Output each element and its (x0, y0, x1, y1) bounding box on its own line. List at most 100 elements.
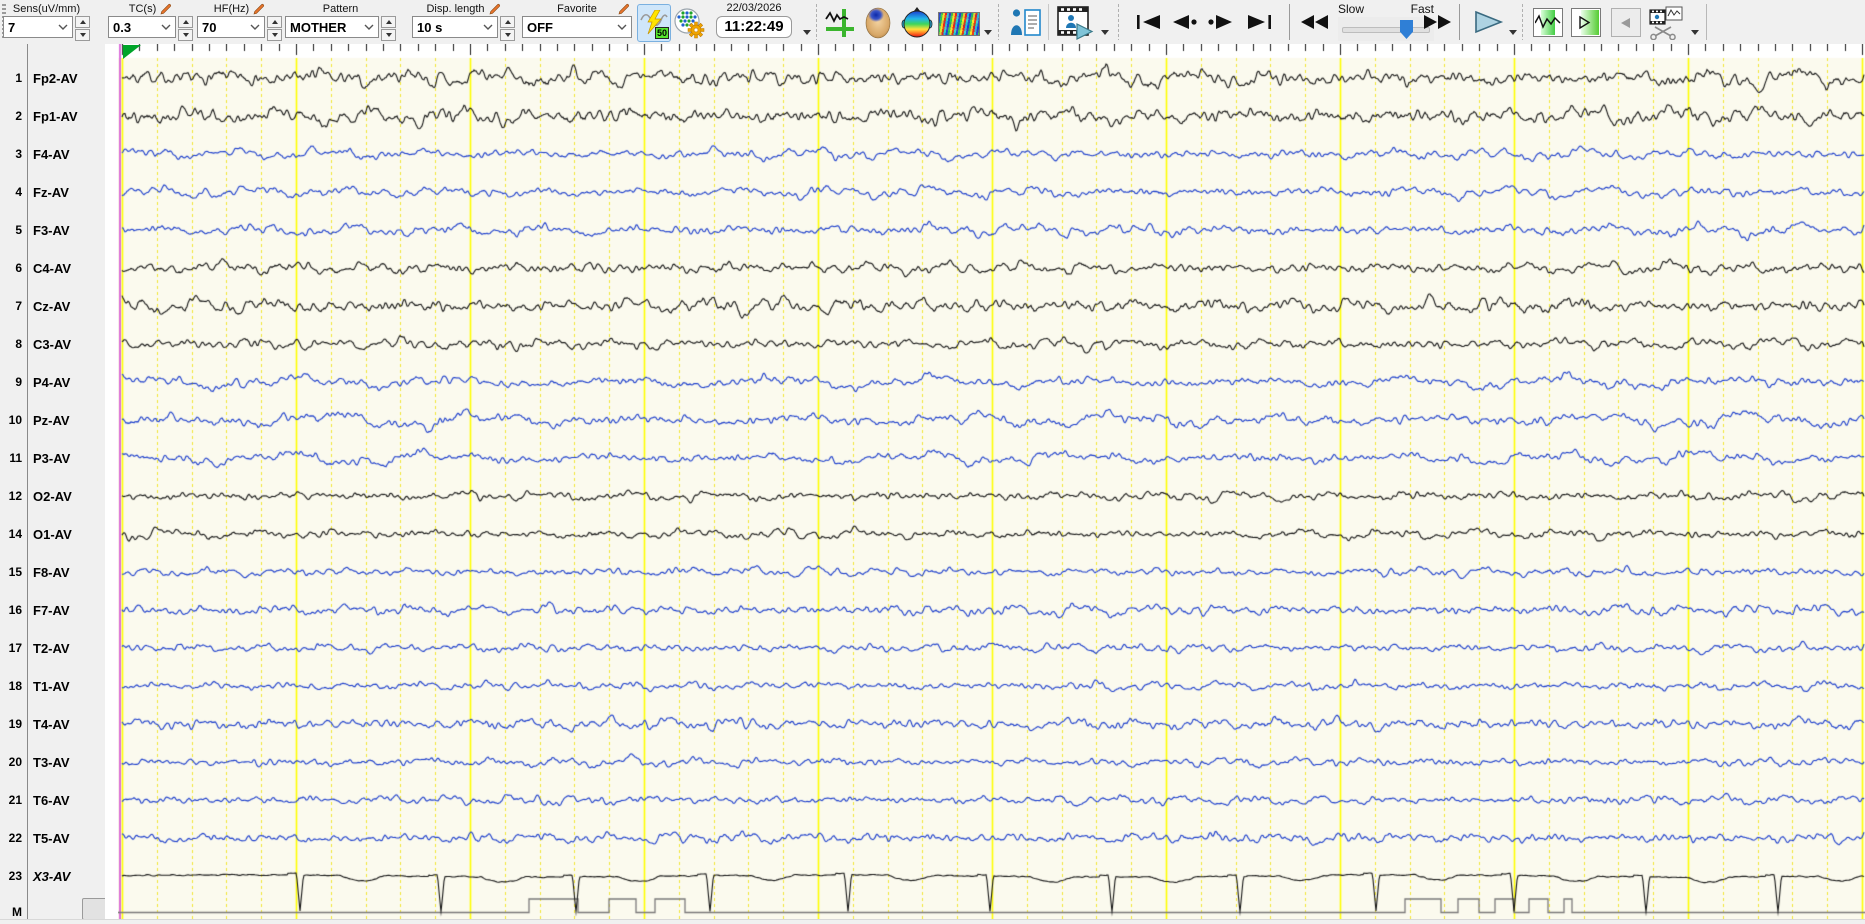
skip-to-end-button[interactable] (1243, 8, 1275, 36)
chevron-down-icon[interactable] (613, 24, 627, 30)
fast-forward-button[interactable] (1420, 8, 1454, 36)
waveform-cursor-button[interactable] (823, 6, 857, 40)
channel-row-cz-av[interactable]: 7 Cz-AV (0, 298, 105, 314)
chevron-down-icon[interactable] (157, 24, 171, 30)
channel-row-t3-av[interactable]: 20 T3-AV (0, 754, 105, 770)
pattern-spin-up-button[interactable] (381, 16, 396, 28)
hf-combobox[interactable]: 70 (197, 16, 265, 38)
skip-to-start-button[interactable] (1133, 8, 1165, 36)
channel-row-c4-av[interactable]: 6 C4-AV (0, 260, 105, 276)
patient-report-icon (1011, 9, 1041, 36)
play-button[interactable] (1470, 8, 1508, 36)
rewind-button[interactable] (1298, 8, 1332, 36)
channel-number: 17 (8, 641, 22, 655)
channel-label: Pz-AV (33, 412, 70, 428)
slow-label: Slow (1338, 2, 1365, 16)
channel-row-fz-av[interactable]: 4 Fz-AV (0, 184, 105, 200)
datetime-dropdown-arrow[interactable] (803, 30, 811, 35)
pattern-value: MOTHER (290, 19, 347, 35)
eeg-traces-canvas[interactable] (118, 44, 1865, 919)
disp-length-value: 10 s (417, 19, 443, 35)
channel-number: 14 (8, 527, 22, 541)
channel-row-p3-av[interactable]: 11 P3-AV (0, 450, 105, 466)
pattern-control: Pattern MOTHER (285, 2, 396, 41)
topo-map-2d-button[interactable] (899, 5, 935, 41)
channel-number: 20 (8, 755, 22, 769)
channel-row-f3-av[interactable]: 5 F3-AV (0, 222, 105, 238)
position-marker-flag[interactable] (123, 45, 141, 59)
channel-row-t6-av[interactable]: 21 T6-AV (0, 792, 105, 808)
channel-row-o2-av[interactable]: 12 O2-AV (0, 488, 105, 504)
page-forward-button[interactable] (1205, 8, 1235, 36)
tc-combobox[interactable]: 0.3 (108, 16, 176, 38)
edit-pencil-icon[interactable] (160, 3, 172, 15)
channel-row-t5-av[interactable]: 22 T5-AV (0, 830, 105, 846)
channel-row-fp1-av[interactable]: 2 Fp1-AV (0, 108, 105, 124)
channel-row-p4-av[interactable]: 9 P4-AV (0, 374, 105, 390)
channel-label: P4-AV (33, 374, 71, 390)
channel-number: 15 (8, 565, 22, 579)
speed-slider-track[interactable] (1342, 27, 1430, 33)
disp-length-label: Disp. length (426, 3, 485, 15)
play-segment-button[interactable] (1571, 8, 1601, 37)
channel-number: 18 (8, 679, 22, 693)
channel-row-pz-av[interactable]: 10 Pz-AV (0, 412, 105, 428)
edit-pencil-icon[interactable] (489, 3, 501, 15)
video-dropdown-arrow[interactable] (1101, 30, 1109, 35)
channel-number: 8 (15, 337, 22, 351)
chevron-down-icon[interactable] (479, 24, 493, 30)
tc-spin-down-button[interactable] (178, 29, 193, 41)
montage-settings-button[interactable] (671, 6, 707, 40)
pattern-combobox[interactable]: MOTHER (285, 16, 379, 38)
favorite-combobox[interactable]: OFF (522, 16, 632, 38)
chevron-down-icon[interactable] (360, 24, 374, 30)
channel-number: 3 (15, 147, 22, 161)
chevron-down-icon[interactable] (54, 24, 68, 30)
video-review-button[interactable] (1054, 5, 1096, 41)
channel-row-f7-av[interactable]: 16 F7-AV (0, 602, 105, 618)
time-box[interactable]: 11:22:49 (716, 16, 792, 38)
disp-length-combobox[interactable]: 10 s (412, 16, 498, 38)
sens-combobox[interactable]: 7 (3, 16, 73, 38)
chevron-down-icon[interactable] (246, 24, 260, 30)
tc-control: TC(s) 0.3 (108, 2, 193, 41)
channel-row-f8-av[interactable]: 15 F8-AV (0, 564, 105, 580)
video-clip-button[interactable] (1648, 5, 1686, 41)
channel-row-f4-av[interactable]: 3 F4-AV (0, 146, 105, 162)
edit-pencil-icon[interactable] (618, 3, 630, 15)
channel-number: 4 (15, 185, 22, 199)
tc-spin-up-button[interactable] (178, 16, 193, 28)
page-back-button[interactable] (1170, 8, 1200, 36)
notch-filter-50-button[interactable]: 50 (637, 4, 671, 42)
channel-number: 21 (8, 793, 22, 807)
channel-row-fp2-av[interactable]: 1 Fp2-AV (0, 70, 105, 86)
speed-slider-handle[interactable] (1400, 20, 1413, 39)
channel-row-c3-av[interactable]: 8 C3-AV (0, 336, 105, 352)
patient-report-button[interactable] (1008, 6, 1044, 40)
hf-spin-up-button[interactable] (267, 16, 282, 28)
sens-spin-down-button[interactable] (75, 29, 90, 41)
sens-spin-up-button[interactable] (75, 16, 90, 28)
edit-pencil-icon[interactable] (253, 3, 265, 15)
page-back-icon (1173, 15, 1197, 29)
eeg-segment-button[interactable] (1533, 8, 1563, 37)
spectrogram-button[interactable] (938, 12, 980, 36)
channel-row-t2-av[interactable]: 17 T2-AV (0, 640, 105, 656)
disp-spin-up-button[interactable] (500, 16, 515, 28)
play-dropdown-arrow[interactable] (1509, 30, 1517, 35)
channel-row-t1-av[interactable]: 18 T1-AV (0, 678, 105, 694)
head-map-3d-button[interactable] (861, 5, 895, 41)
step-back-disabled-button[interactable] (1611, 8, 1641, 37)
channel-row-x3-av[interactable]: 23 X3-AV (0, 868, 105, 884)
hf-spin-down-button[interactable] (267, 29, 282, 41)
channel-row-t4-av[interactable]: 19 T4-AV (0, 716, 105, 732)
disp-spin-down-button[interactable] (500, 29, 515, 41)
sensitivity-control: Sens(uV/mm) 7 (3, 2, 90, 41)
channel-row-o1-av[interactable]: 14 O1-AV (0, 526, 105, 542)
eeg-segment-green-icon (1535, 10, 1561, 35)
channel-label: Fp1-AV (33, 108, 78, 124)
channel-label: T1-AV (33, 678, 70, 694)
pattern-spin-down-button[interactable] (381, 29, 396, 41)
spectrogram-dropdown-arrow[interactable] (984, 30, 992, 35)
clip-dropdown-arrow[interactable] (1691, 30, 1699, 35)
